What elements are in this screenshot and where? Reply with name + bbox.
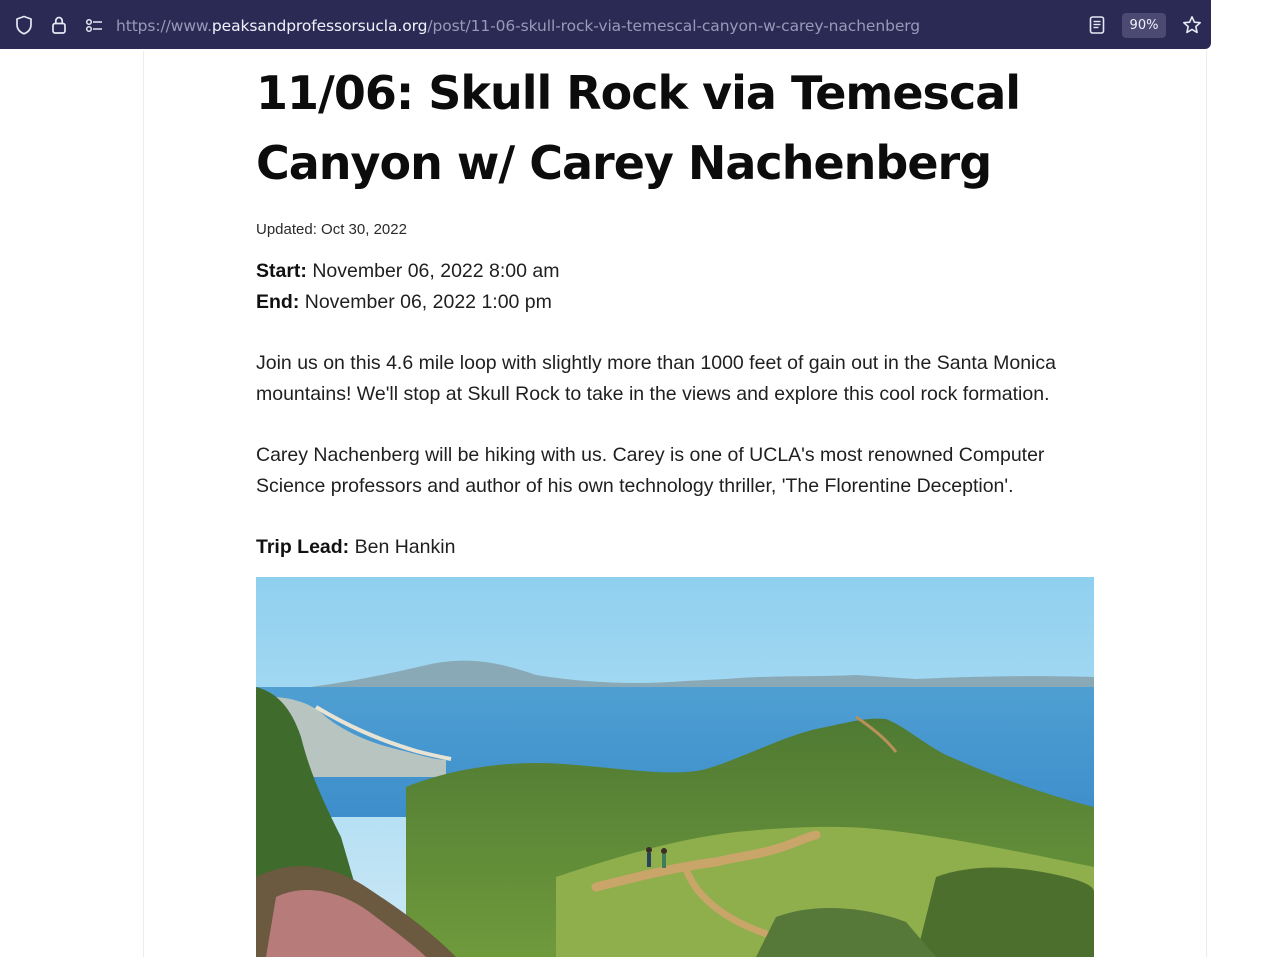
browser-toolbar: https://www.peaksandprofessorsucla.org/p… bbox=[0, 0, 1283, 51]
url-text[interactable]: https://www.peaksandprofessorsucla.org/p… bbox=[116, 15, 920, 37]
trip-lead-label: Trip Lead: bbox=[256, 536, 350, 558]
zoom-level-badge[interactable]: 90% bbox=[1122, 13, 1166, 38]
shield-icon[interactable] bbox=[13, 14, 35, 36]
start-time-row: Start: November 06, 2022 8:00 am bbox=[256, 256, 1096, 287]
post-updated-date: Updated: Oct 30, 2022 bbox=[256, 221, 407, 238]
event-times: Start: November 06, 2022 8:00 am End: No… bbox=[256, 256, 1096, 317]
trip-lead-row: Trip Lead: Ben Hankin bbox=[256, 532, 1096, 563]
start-value: November 06, 2022 8:00 am bbox=[312, 260, 560, 282]
address-bar[interactable]: https://www.peaksandprofessorsucla.org/p… bbox=[0, 0, 1211, 49]
description-paragraph-2: Carey Nachenberg will be hiking with us.… bbox=[256, 444, 1045, 497]
post-title: 11/06: Skull Rock via Temescal Canyon w/… bbox=[256, 66, 1021, 190]
blog-post: 11/06: Skull Rock via Temescal Canyon w/… bbox=[256, 58, 1096, 563]
reader-view-icon[interactable] bbox=[1086, 14, 1108, 36]
permissions-icon[interactable] bbox=[83, 14, 105, 36]
trip-lead-value: Ben Hankin bbox=[354, 536, 456, 558]
end-time-row: End: November 06, 2022 1:00 pm bbox=[256, 287, 1096, 318]
description-paragraph-1: Join us on this 4.6 mile loop with sligh… bbox=[256, 352, 1056, 405]
lock-icon[interactable] bbox=[48, 14, 70, 36]
url-prefix: https://www. bbox=[116, 17, 212, 35]
url-path: /post/11-06-skull-rock-via-temescal-cany… bbox=[427, 17, 920, 35]
url-host: peaksandprofessorsucla.org bbox=[211, 17, 428, 35]
end-value: November 06, 2022 1:00 pm bbox=[304, 290, 552, 313]
bookmark-star-icon[interactable] bbox=[1181, 14, 1203, 36]
hike-landscape-photo bbox=[256, 577, 1094, 957]
end-label: End: bbox=[256, 290, 300, 313]
start-label: Start: bbox=[256, 260, 307, 282]
